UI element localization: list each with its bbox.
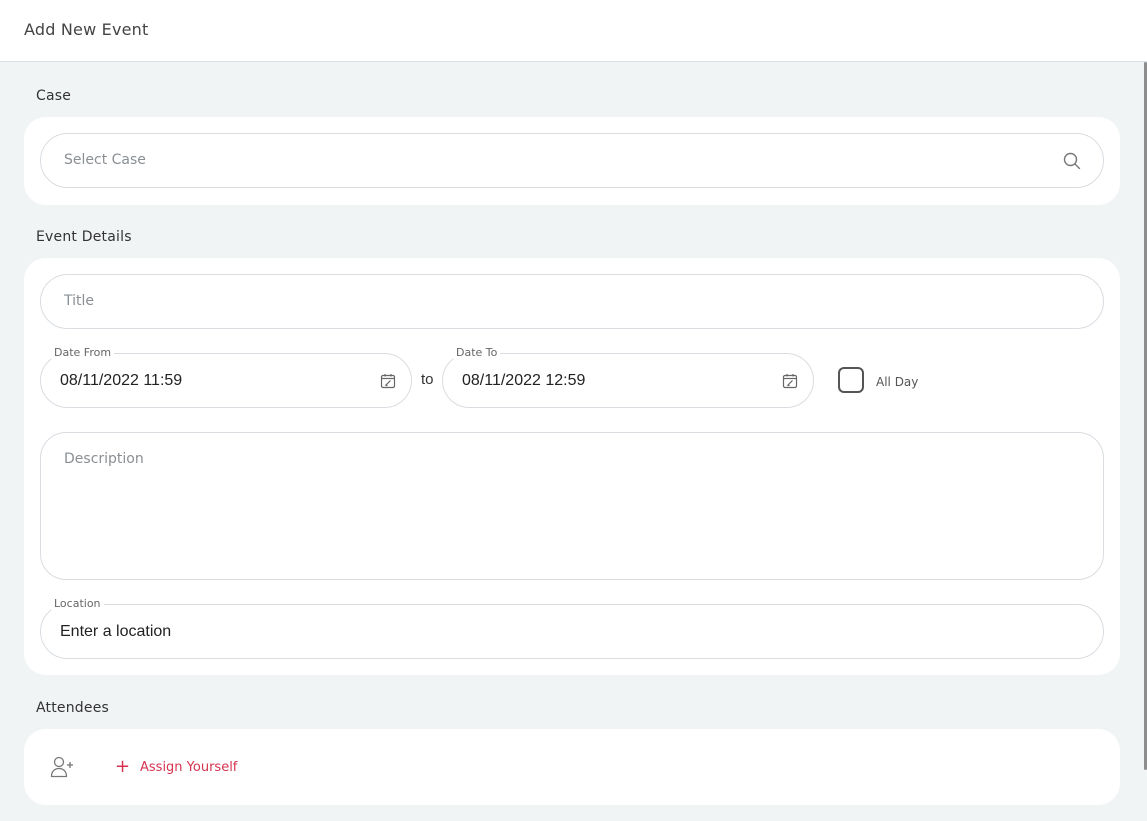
case-select-input[interactable]: Select Case (40, 133, 1104, 188)
case-select-placeholder: Select Case (64, 152, 146, 168)
search-icon[interactable] (1063, 152, 1081, 170)
date-range-separator: to (421, 371, 434, 388)
date-to-value: 08/11/2022 12:59 (462, 372, 586, 389)
case-section-label: Case (36, 88, 72, 104)
all-day-label: All Day (876, 375, 919, 389)
event-details-section-label: Event Details (36, 229, 132, 245)
attendees-card: + Assign Yourself (24, 729, 1120, 805)
description-textarea[interactable]: Description (40, 432, 1104, 580)
case-card: Select Case (24, 117, 1120, 205)
location-input[interactable]: Location Enter a location (40, 597, 1104, 659)
attendees-section-label: Attendees (36, 700, 110, 716)
plus-icon[interactable]: + (115, 758, 130, 776)
title-placeholder: Title (64, 293, 95, 309)
event-details-card: Title Date From 08/11/2022 11:59 to Date… (24, 258, 1120, 675)
assign-yourself-button[interactable]: Assign Yourself (140, 760, 237, 775)
page-title: Add New Event (24, 20, 149, 39)
date-to-label: Date To (453, 346, 501, 359)
location-value: Enter a location (60, 623, 172, 640)
date-to-field[interactable]: Date To 08/11/2022 12:59 (442, 346, 814, 408)
date-from-value: 08/11/2022 11:59 (60, 372, 183, 389)
date-from-label: Date From (51, 346, 115, 359)
title-input[interactable]: Title (40, 274, 1104, 329)
all-day-checkbox[interactable] (838, 367, 864, 393)
calendar-edit-icon[interactable] (380, 373, 396, 389)
description-placeholder: Description (64, 451, 144, 467)
add-user-icon[interactable] (50, 756, 74, 778)
date-from-field[interactable]: Date From 08/11/2022 11:59 (40, 346, 412, 408)
location-label: Location (51, 597, 104, 610)
page-header: Add New Event (0, 0, 1147, 62)
calendar-edit-icon[interactable] (782, 373, 798, 389)
